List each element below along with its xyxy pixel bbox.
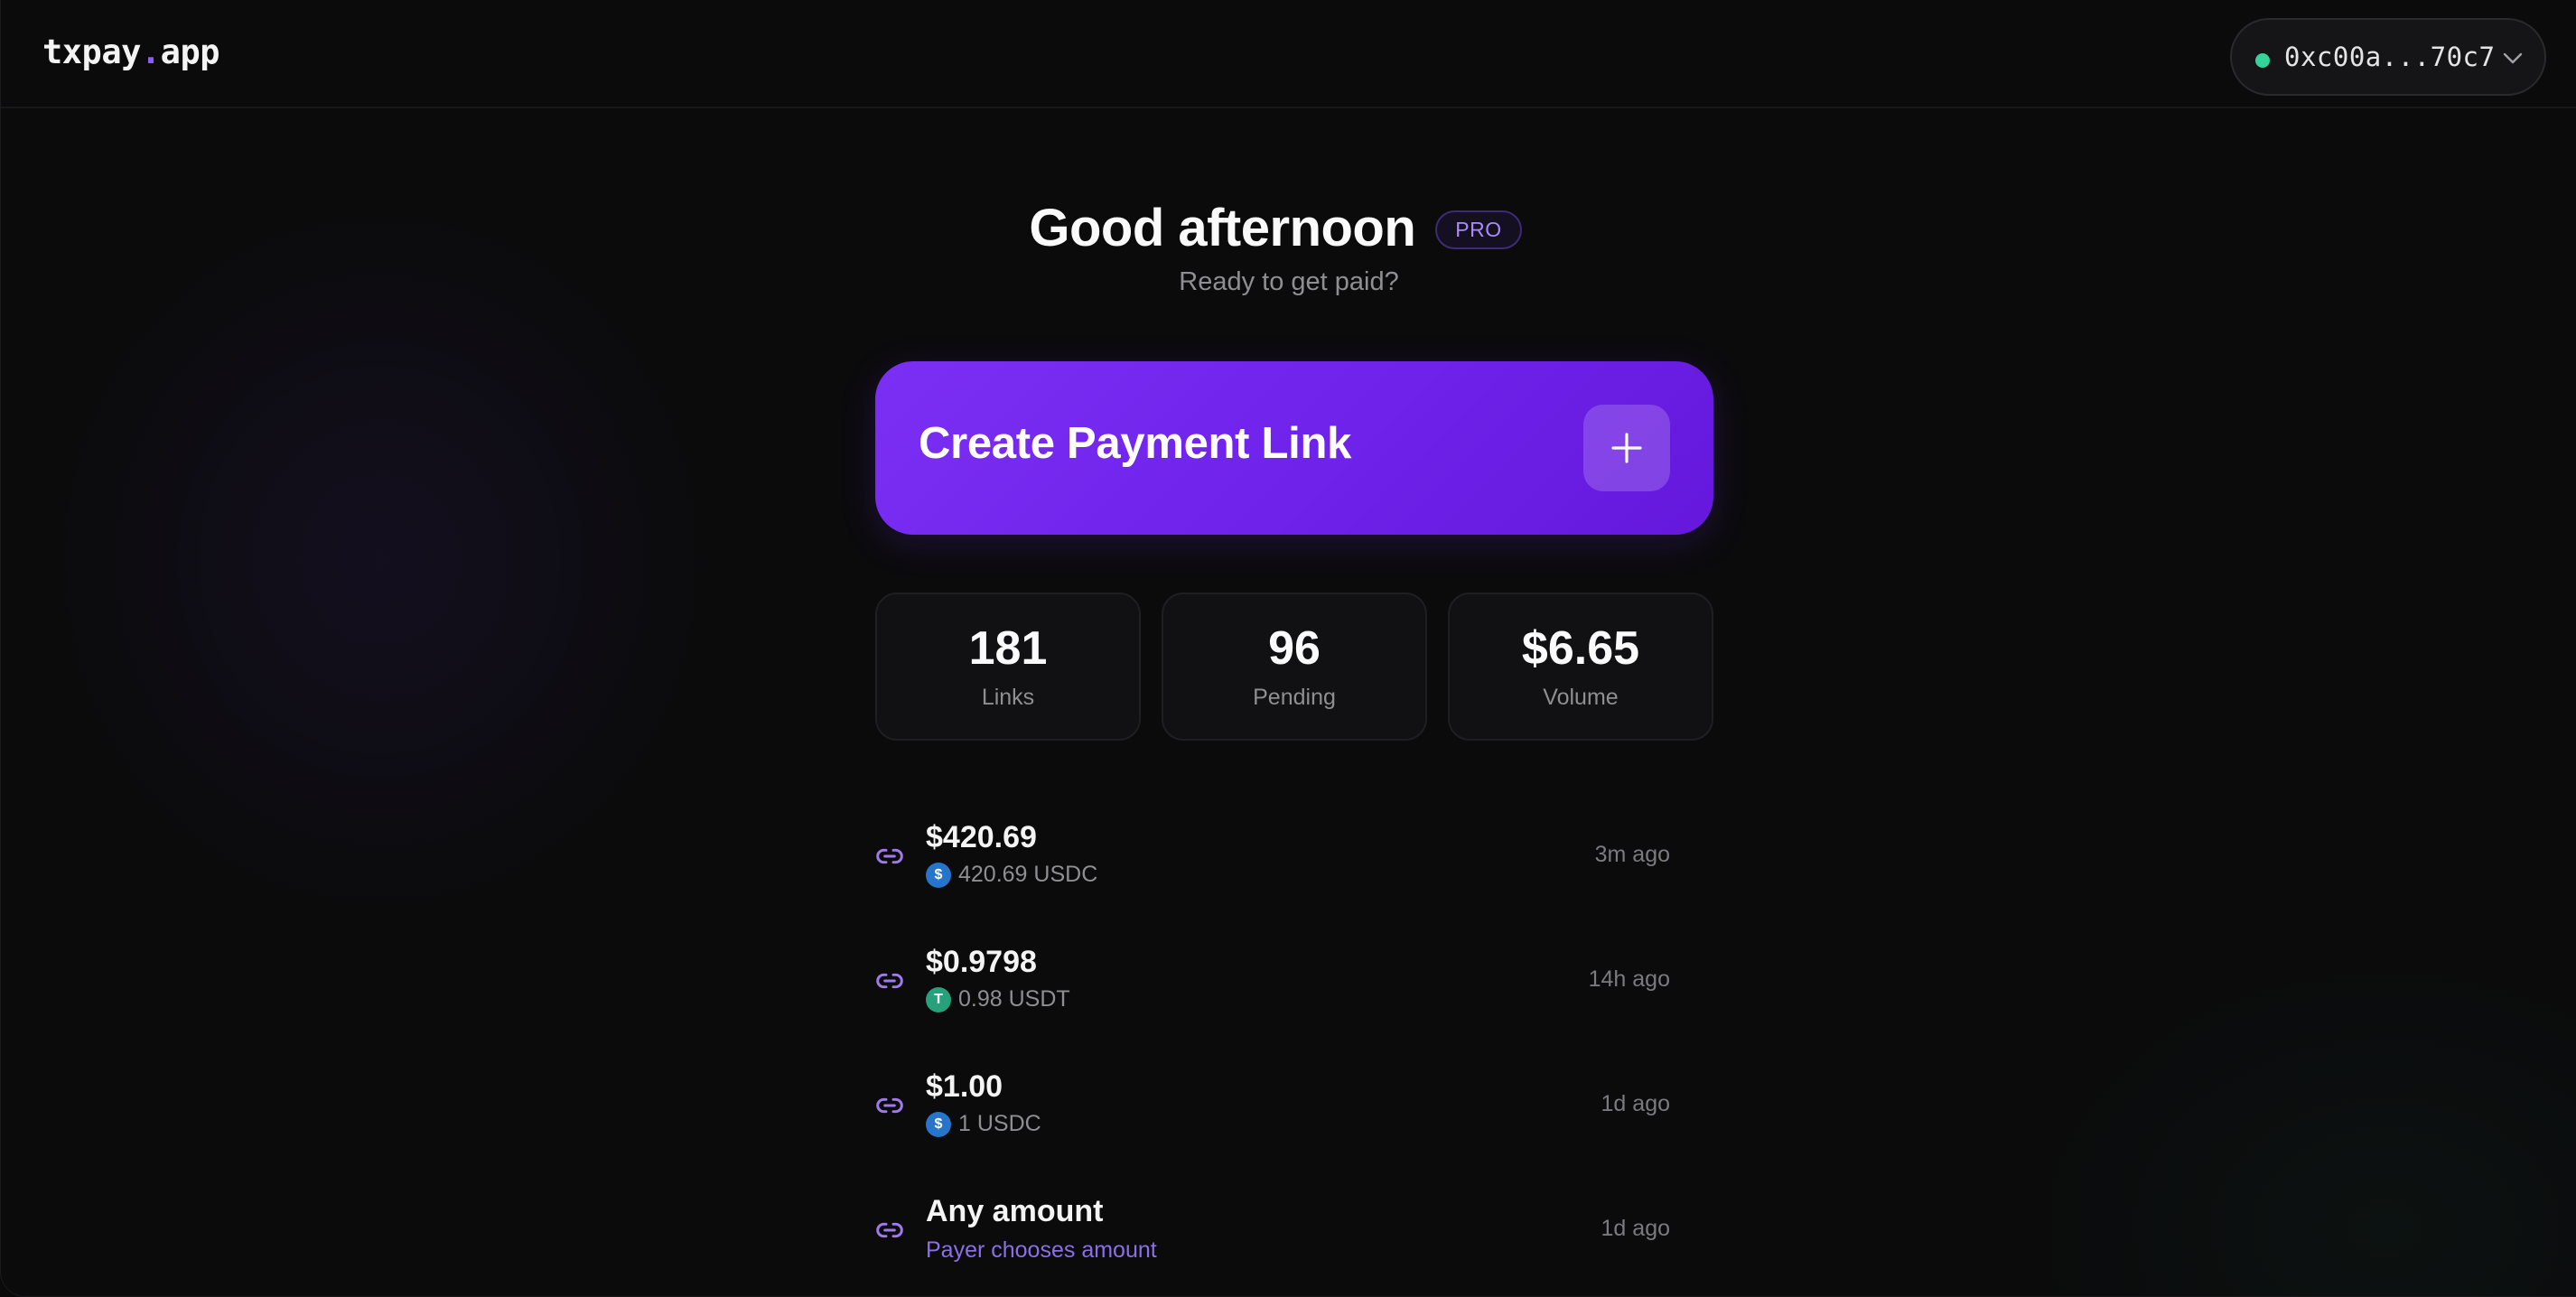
greeting-title: Good afternoon <box>1029 198 1416 257</box>
top-bar: txpay.app 0xc00a...70c7 <box>1 0 2576 108</box>
row-amount: Any amount <box>926 1194 1104 1228</box>
greeting-subtitle: Ready to get paid? <box>1179 267 1399 296</box>
app-window: txpay.app 0xc00a...70c7 Good afternoon P… <box>0 0 2576 1297</box>
link-icon <box>876 1222 903 1238</box>
stat-label: Volume <box>1543 685 1619 710</box>
row-time: 1d ago <box>1601 1091 1670 1116</box>
row-token-amount: 420.69 USDC <box>958 862 1098 887</box>
payment-link-row[interactable]: Any amount Payer chooses amount 1d ago <box>875 1187 1670 1277</box>
row-amount: $420.69 <box>926 820 1037 854</box>
row-token: $ 420.69 USDC <box>926 862 1097 888</box>
stat-label: Pending <box>1253 685 1336 710</box>
stat-card-volume: $6.65 Volume <box>1448 593 1713 741</box>
logo-suffix: app <box>160 33 220 71</box>
stat-card-pending: 96 Pending <box>1162 593 1427 741</box>
link-icon <box>876 973 903 989</box>
row-time: 1d ago <box>1601 1216 1670 1241</box>
row-amount: $0.9798 <box>926 945 1037 979</box>
row-token-amount: 1 USDC <box>958 1111 1041 1136</box>
pro-badge: PRO <box>1435 210 1522 249</box>
payment-link-row[interactable]: $1.00 $ 1 USDC 1d ago <box>875 1062 1670 1152</box>
row-token: T 0.98 USDT <box>926 986 1070 1012</box>
chevron-down-icon <box>2503 52 2523 64</box>
usdc-icon: $ <box>926 1111 951 1137</box>
stat-value: 96 <box>1268 622 1321 675</box>
link-icon <box>876 848 903 864</box>
wallet-address: 0xc00a...70c7 <box>2284 42 2496 72</box>
connected-status-dot <box>2255 53 2270 68</box>
stat-value: 181 <box>968 622 1048 675</box>
stat-label: Links <box>981 685 1035 710</box>
row-time: 14h ago <box>1588 966 1670 992</box>
plus-icon <box>1583 405 1670 491</box>
row-token-amount: 0.98 USDT <box>958 986 1070 1012</box>
row-note: Payer chooses amount <box>926 1237 1157 1263</box>
link-icon <box>876 1097 903 1114</box>
create-payment-link-button[interactable]: Create Payment Link <box>875 361 1713 535</box>
stat-value: $6.65 <box>1521 622 1640 675</box>
usdt-icon: T <box>926 986 951 1012</box>
payment-link-row[interactable]: $420.69 $ 420.69 USDC 3m ago <box>875 813 1670 903</box>
payment-link-row[interactable]: $0.9798 T 0.98 USDT 14h ago <box>875 938 1670 1028</box>
usdc-icon: $ <box>926 862 951 888</box>
greeting: Good afternoon PRO <box>1 191 2576 264</box>
row-token: $ 1 USDC <box>926 1111 1041 1137</box>
row-time: 3m ago <box>1594 842 1670 867</box>
stat-card-links: 181 Links <box>875 593 1141 741</box>
row-amount: $1.00 <box>926 1069 1003 1104</box>
logo-name: txpay <box>42 33 141 71</box>
logo-dot: . <box>140 33 161 71</box>
wallet-button[interactable]: 0xc00a...70c7 <box>2230 18 2546 96</box>
logo[interactable]: txpay.app <box>42 33 220 71</box>
create-payment-link-label: Create Payment Link <box>919 419 1352 468</box>
